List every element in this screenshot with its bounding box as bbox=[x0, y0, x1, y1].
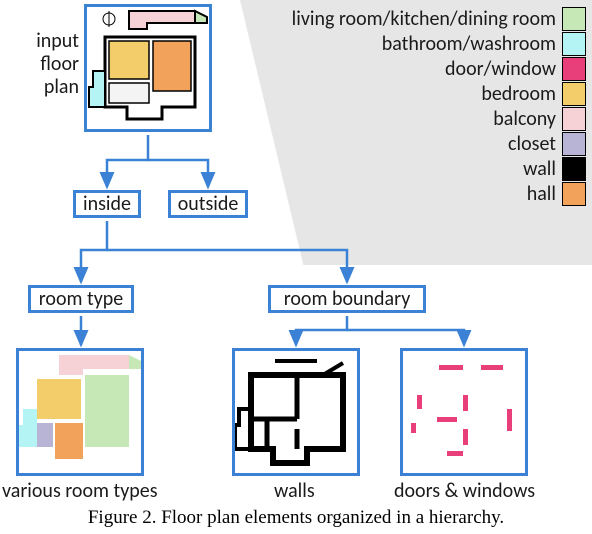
swatch-bedroom bbox=[562, 82, 586, 106]
legend-row: hall bbox=[292, 181, 586, 206]
roomtypes-icon bbox=[19, 351, 141, 473]
legend-label: living room/kitchen/dining room bbox=[292, 7, 556, 31]
legend-label: hall bbox=[527, 182, 556, 206]
legend-label: bathroom/washroom bbox=[382, 32, 556, 56]
figure-caption: Figure 2. Floor plan elements organized … bbox=[0, 507, 592, 529]
legend-row: wall bbox=[292, 156, 586, 181]
label-input-floor-plan: input floor plan bbox=[4, 30, 79, 99]
swatch-closet bbox=[562, 132, 586, 156]
legend-label: wall bbox=[523, 157, 556, 181]
legend-label: door/window bbox=[445, 57, 556, 81]
node-room-type: room type bbox=[28, 285, 134, 313]
node-room-boundary: room boundary bbox=[268, 285, 426, 313]
swatch-balcony bbox=[562, 107, 586, 131]
node-inside: inside bbox=[73, 190, 141, 218]
node-label: outside bbox=[178, 192, 239, 216]
swatch-livingroom bbox=[562, 7, 586, 31]
legend-label: closet bbox=[508, 132, 556, 156]
legend-row: door/window bbox=[292, 56, 586, 81]
swatch-bathroom bbox=[562, 32, 586, 56]
legend-row: bedroom bbox=[292, 81, 586, 106]
node-label: inside bbox=[83, 192, 131, 216]
legend-label: balcony bbox=[493, 107, 556, 131]
thumb-doors-windows bbox=[400, 348, 528, 476]
legend-row: closet bbox=[292, 131, 586, 156]
node-label: room boundary bbox=[284, 287, 411, 311]
floorplan-icon bbox=[87, 7, 209, 129]
legend-row: living room/kitchen/dining room bbox=[292, 6, 586, 31]
legend-label: bedroom bbox=[481, 82, 556, 106]
label-various-room-types: various room types bbox=[2, 480, 158, 503]
label-doors-windows: doors & windows bbox=[394, 480, 535, 503]
swatch-hall bbox=[562, 182, 586, 206]
doorswindows-icon bbox=[403, 351, 525, 473]
legend: living room/kitchen/dining room bathroom… bbox=[292, 6, 586, 206]
legend-row: bathroom/washroom bbox=[292, 31, 586, 56]
thumb-walls bbox=[232, 348, 360, 476]
swatch-wall bbox=[562, 157, 586, 181]
label-walls: walls bbox=[274, 480, 315, 503]
node-outside: outside bbox=[168, 190, 248, 218]
walls-icon bbox=[235, 351, 357, 473]
node-label: room type bbox=[39, 287, 123, 311]
swatch-door bbox=[562, 57, 586, 81]
figure-canvas: living room/kitchen/dining room bathroom… bbox=[0, 0, 592, 505]
thumb-room-types bbox=[16, 348, 144, 476]
thumb-input-floor-plan bbox=[84, 4, 212, 132]
legend-row: balcony bbox=[292, 106, 586, 131]
